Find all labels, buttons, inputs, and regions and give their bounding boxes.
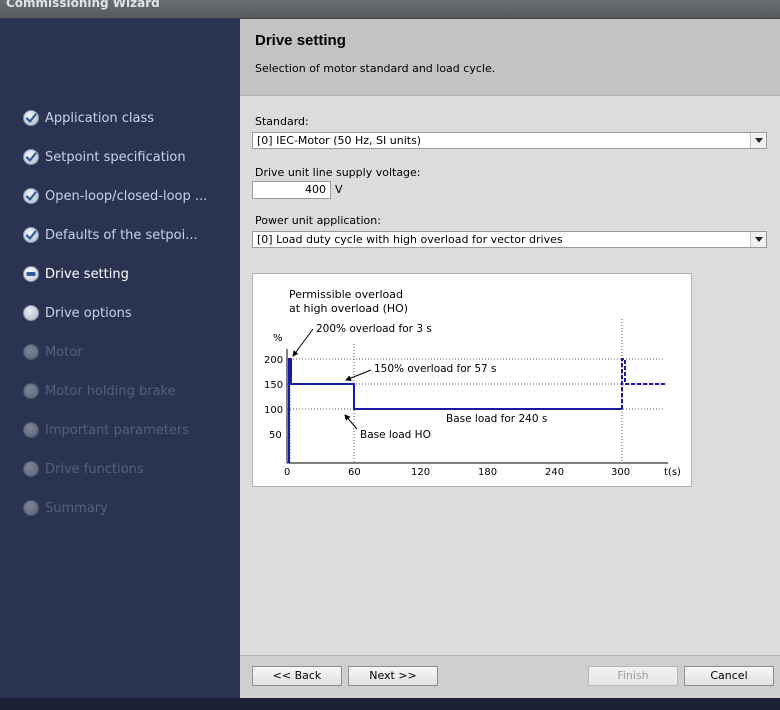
window-titlebar: Commissioning Wizard [0, 0, 780, 19]
y-tick-50: 50 [269, 430, 282, 441]
cancel-button[interactable]: Cancel [684, 666, 774, 686]
window-bottom-edge [0, 698, 780, 710]
standard-label: Standard: [255, 115, 309, 128]
sidebar-step-drive-functions: Drive functions [23, 459, 144, 479]
sidebar-step-label: Motor holding brake [45, 383, 176, 399]
power-unit-label: Power unit application: [255, 214, 381, 227]
sidebar-step-setpoint-specification[interactable]: Setpoint specification [23, 147, 186, 167]
check-icon [23, 227, 39, 243]
chevron-down-icon[interactable] [750, 232, 766, 247]
sidebar-step-label: Defaults of the setpoi... [45, 227, 198, 243]
main-panel: Drive setting Selection of motor standar… [240, 19, 780, 698]
sidebar-step-label: Application class [45, 110, 155, 126]
power-unit-select-value: [0] Load duty cycle with high overload f… [257, 233, 563, 246]
diagram-heading-1: Permissible overload [289, 288, 403, 301]
annotation-base-load-ho: Base load HO [360, 429, 431, 441]
check-icon [23, 149, 39, 165]
annotation-arrow-200 [292, 328, 314, 357]
annotation-150-overload: 150% overload for 57 s [374, 363, 497, 375]
standard-select[interactable]: [0] IEC-Motor (50 Hz, SI units) [252, 132, 767, 149]
power-unit-select[interactable]: [0] Load duty cycle with high overload f… [252, 231, 767, 248]
x-tick-60: 60 [348, 467, 361, 478]
page-header: Drive setting Selection of motor standar… [240, 19, 780, 96]
sidebar-step-summary: Summary [23, 498, 108, 518]
sidebar-step-open-loop-closed-loop[interactable]: Open-loop/closed-loop ... [23, 186, 207, 206]
page-title: Drive setting [255, 32, 346, 49]
y-unit-label: % [273, 333, 283, 344]
x-tick-300: 300 [611, 467, 630, 478]
check-icon [23, 188, 39, 204]
sidebar-step-drive-options[interactable]: Drive options [23, 303, 132, 323]
y-tick-200: 200 [264, 355, 283, 366]
y-tick-100: 100 [264, 405, 283, 416]
current-step-icon [23, 266, 39, 282]
sidebar-step-important-parameters: Important parameters [23, 420, 189, 440]
step-empty-icon [23, 422, 39, 438]
diagram-heading-2: at high overload (HO) [289, 302, 408, 315]
x-unit-label: t(s) [664, 467, 681, 478]
step-empty-icon [23, 500, 39, 516]
sidebar-step-label: Important parameters [45, 422, 189, 438]
page-subtitle: Selection of motor standard and load cyc… [255, 62, 496, 75]
sidebar-step-label: Setpoint specification [45, 149, 186, 165]
annotation-arrow-150 [345, 369, 372, 381]
x-tick-120: 120 [411, 467, 430, 478]
standard-select-value: [0] IEC-Motor (50 Hz, SI units) [257, 134, 422, 147]
annotation-arrow-base-ho [344, 414, 358, 430]
annotation-base-load: Base load for 240 s [446, 413, 547, 425]
sidebar-step-label: Drive functions [45, 461, 144, 477]
check-icon [23, 110, 39, 126]
sidebar-step-label: Summary [45, 500, 108, 516]
sidebar-step-drive-setting[interactable]: Drive setting [23, 264, 129, 284]
load-cycle-diagram: Permissible overload at high overload (H… [252, 273, 692, 487]
sidebar-step-label: Drive setting [45, 266, 129, 282]
voltage-input[interactable]: 400 [252, 181, 331, 199]
sidebar-step-motor-holding-brake: Motor holding brake [23, 381, 176, 401]
finish-button[interactable]: Finish [588, 666, 678, 686]
voltage-label: Drive unit line supply voltage: [255, 166, 421, 179]
back-button[interactable]: << Back [252, 666, 342, 686]
y-tick-150: 150 [264, 380, 283, 391]
step-empty-icon [23, 461, 39, 477]
sidebar-step-defaults-of-the-setpoi[interactable]: Defaults of the setpoi... [23, 225, 198, 245]
window-title: Commissioning Wizard [6, 0, 160, 10]
load-cycle-svg: Permissible overload at high overload (H… [264, 288, 681, 478]
step-empty-icon [23, 383, 39, 399]
x-tick-240: 240 [545, 467, 564, 478]
sidebar-step-motor: Motor [23, 342, 83, 362]
next-button[interactable]: Next >> [348, 666, 438, 686]
wizard-step-sidebar: Application class Setpoint specification O… [0, 19, 240, 698]
step-empty-icon [23, 305, 39, 321]
load-curve-repeat [621, 358, 665, 409]
x-tick-180: 180 [478, 467, 497, 478]
x-tick-0: 0 [284, 467, 290, 478]
annotation-200-overload: 200% overload for 3 s [316, 323, 432, 335]
voltage-unit: V [335, 183, 343, 196]
sidebar-step-application-class[interactable]: Application class [23, 108, 154, 128]
sidebar-step-label: Motor [45, 344, 83, 360]
sidebar-step-label: Open-loop/closed-loop ... [45, 188, 208, 204]
sidebar-step-label: Drive options [45, 305, 132, 321]
button-bar: << Back Next >> Finish Cancel [240, 655, 780, 698]
step-empty-icon [23, 344, 39, 360]
chevron-down-icon[interactable] [750, 133, 766, 148]
